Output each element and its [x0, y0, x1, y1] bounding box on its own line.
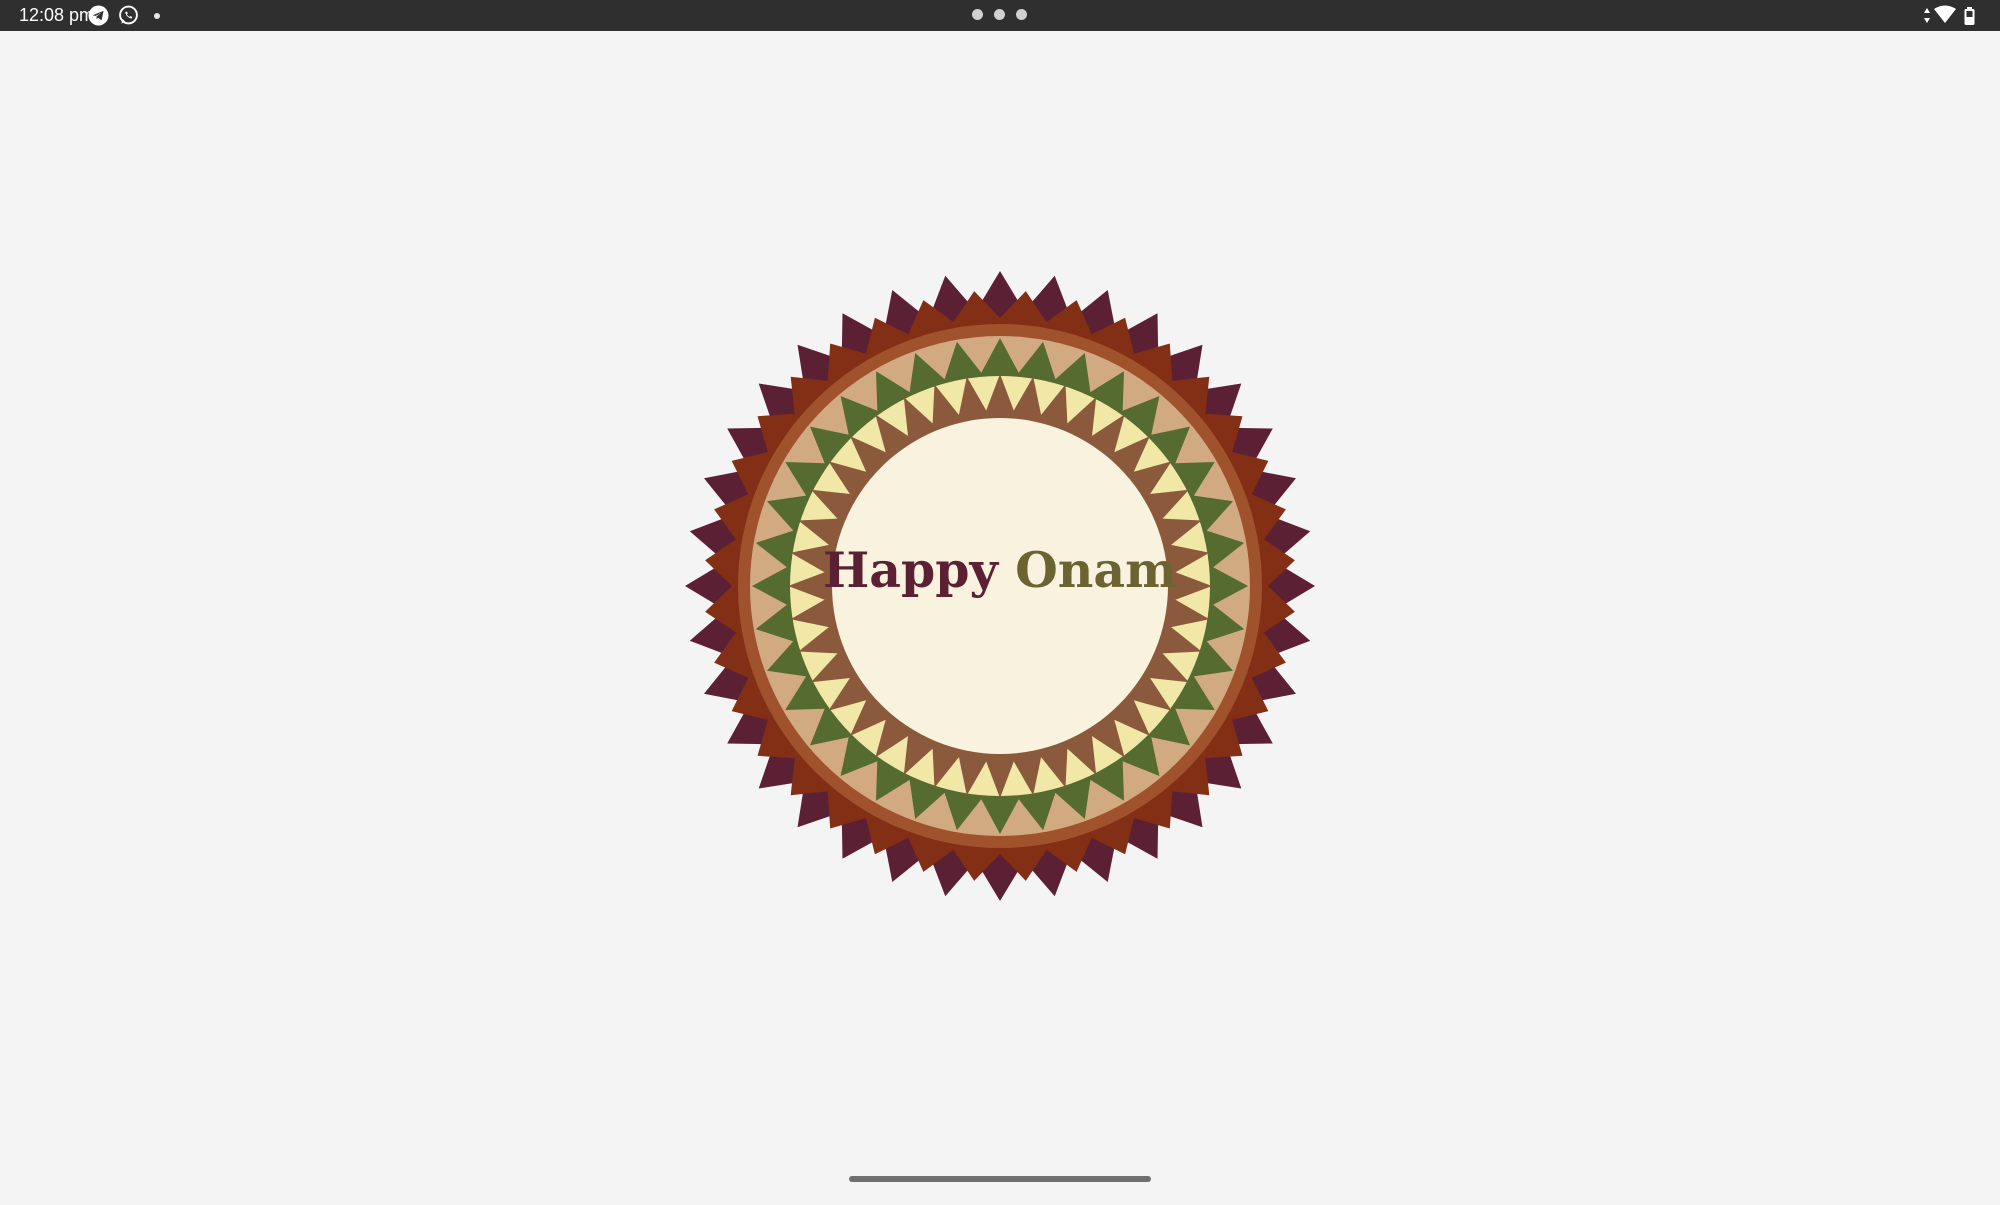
greeting-word-onam: Onam — [1015, 541, 1177, 599]
app-canvas: Happy Onam — [0, 31, 2000, 1200]
battery-icon — [1964, 7, 1975, 25]
page-dot — [972, 9, 983, 20]
onam-rangoli: Happy Onam — [685, 271, 1315, 901]
page-indicator — [972, 9, 1028, 21]
greeting-text: Happy Onam — [823, 541, 1177, 599]
wifi-icon — [1934, 5, 1956, 23]
page-dot — [994, 9, 1005, 20]
more-notifications-dot — [154, 13, 160, 19]
page-dot — [1016, 9, 1027, 20]
greeting-word-happy: Happy — [823, 541, 1000, 599]
status-time: 12:08 pm — [19, 5, 95, 25]
whatsapp-icon — [119, 5, 138, 25]
home-indicator[interactable] — [849, 1176, 1151, 1182]
data-arrows-icon — [1924, 8, 1930, 23]
status-bar: 12:08 pm — [0, 0, 2000, 31]
system-icons — [1924, 5, 1975, 25]
telegram-icon — [88, 5, 109, 26]
